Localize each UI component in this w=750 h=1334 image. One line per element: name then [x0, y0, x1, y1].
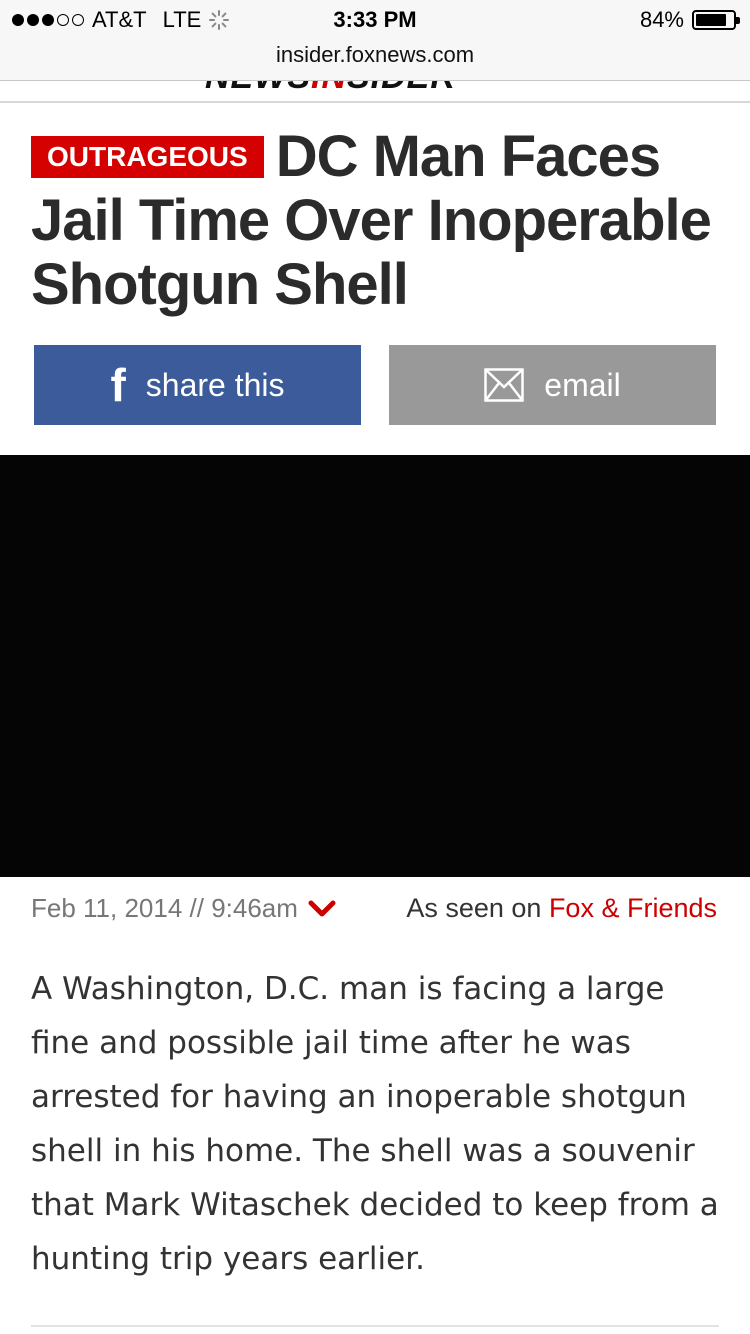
site-header: NEWSINSIDER: [0, 80, 750, 102]
status-time: 3:33 PM: [333, 7, 417, 32]
facebook-share-label: share this: [145, 366, 285, 403]
battery-percent: 84%: [639, 7, 684, 32]
video-player[interactable]: [0, 455, 750, 877]
facebook-icon: f: [110, 359, 126, 411]
facebook-share-button[interactable]: f share this: [34, 345, 361, 425]
url-text[interactable]: insider.foxnews.com: [276, 42, 474, 67]
article-headline: OUTRAGEOUS DC Man Faces Jail Time Over In…: [31, 125, 721, 317]
article-body: A Washington, D.C. man is facing a large…: [31, 971, 719, 1277]
address-bar[interactable]: insider.foxnews.com: [0, 40, 750, 81]
date-text: Feb 11, 2014 // 9:46am: [31, 893, 298, 923]
email-share-label: email: [544, 366, 621, 403]
status-right: 84%: [639, 7, 740, 33]
article-date: Feb 11, 2014 // 9:46am: [31, 893, 336, 924]
as-seen-on-label: As seen on: [406, 893, 542, 923]
header-divider: [0, 101, 750, 103]
category-badge[interactable]: OUTRAGEOUS: [31, 136, 264, 178]
content-divider: [31, 1325, 719, 1327]
envelope-icon: [484, 368, 525, 402]
chevron-down-icon[interactable]: [308, 899, 336, 919]
show-link[interactable]: Fox & Friends: [549, 893, 717, 923]
status-bar: AT&T LTE 3:33 PM 84%: [0, 0, 750, 40]
battery-level-fill: [696, 14, 726, 26]
battery-icon: [692, 10, 740, 30]
site-logo[interactable]: NEWSINSIDER: [205, 80, 456, 96]
email-share-button[interactable]: email: [389, 345, 716, 425]
as-seen-on: As seen on Fox & Friends: [406, 893, 717, 924]
